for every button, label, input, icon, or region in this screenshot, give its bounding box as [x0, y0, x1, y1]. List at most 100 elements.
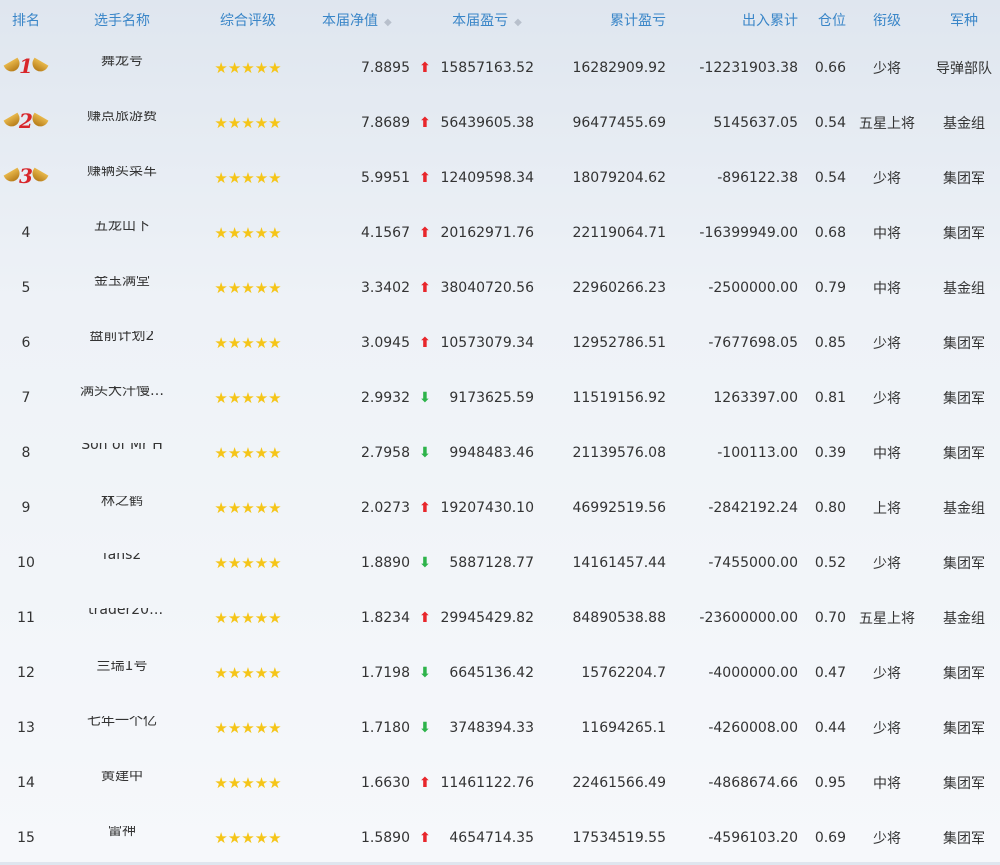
current-pl: 3748394.33: [449, 719, 534, 736]
cash-flow: -4000000.00: [708, 664, 798, 681]
player-name[interactable]: 黄建中: [101, 771, 143, 785]
nav-value: 1.6630: [361, 774, 410, 791]
player-name[interactable]: 兰瑞1号: [97, 661, 148, 675]
player-name[interactable]: fans2: [103, 553, 142, 563]
header-army[interactable]: 军种: [928, 10, 1000, 30]
army-type: 基金组: [943, 610, 985, 627]
army-type: 集团军: [943, 335, 985, 352]
title-rank: 少将: [873, 170, 901, 187]
table-row[interactable]: 10 fans2 ★★★★★ 1.8890 ⬇ 5887128.77 14161…: [0, 535, 1000, 590]
position-ratio: 0.79: [814, 279, 846, 296]
cash-flow: -23600000.00: [699, 609, 798, 626]
position-ratio: 0.81: [814, 389, 846, 406]
header-nav[interactable]: 本届净值 ◆: [304, 10, 440, 30]
player-name[interactable]: 五龙山下: [94, 221, 150, 235]
trend-cell: ⬆: [410, 610, 440, 626]
rating-cell: ★★★★★: [192, 169, 304, 187]
table-row[interactable]: 3 赚辆买菜车 ★★★★★ 5.9951 ⬆ 12409598.34 18079…: [0, 150, 1000, 205]
rank-number: 1: [19, 53, 33, 78]
trend-cell: ⬇: [410, 390, 440, 406]
player-name[interactable]: 赚辆买菜车: [87, 166, 157, 180]
rank-number: 10: [17, 554, 35, 571]
rank-cell: 3: [0, 163, 52, 193]
total-pl: 17534519.55: [572, 829, 666, 846]
rank-number: 4: [21, 224, 31, 241]
table-row[interactable]: 1 舞龙号 ★★★★★ 7.8895 ⬆ 15857163.52 1628290…: [0, 40, 1000, 95]
rating-stars-icon: ★★★★★: [214, 58, 282, 77]
header-rank[interactable]: 排名: [0, 10, 52, 30]
table-row[interactable]: 6 盘前计划2 ★★★★★ 3.0945 ⬆ 10573079.34 12952…: [0, 315, 1000, 370]
position-ratio: 0.44: [814, 719, 846, 736]
nav-value: 2.0273: [361, 499, 410, 516]
army-type: 基金组: [943, 500, 985, 517]
rank-number: 13: [17, 719, 35, 736]
current-pl: 38040720.56: [440, 279, 534, 296]
arrow-up-icon: ⬆: [419, 279, 431, 296]
position-ratio: 0.70: [814, 609, 846, 626]
player-name[interactable]: 林之鹤: [101, 496, 143, 510]
table-row[interactable]: 8 Son of Mr H ★★★★★ 2.7958 ⬇ 9948483.46 …: [0, 425, 1000, 480]
header-position[interactable]: 仓位: [798, 10, 846, 30]
cash-flow: 1263397.00: [713, 389, 798, 406]
rating-cell: ★★★★★: [192, 719, 304, 737]
cash-flow: -7455000.00: [708, 554, 798, 571]
sort-icon[interactable]: ◆: [514, 17, 522, 28]
title-rank: 五星上将: [859, 115, 915, 132]
army-type: 集团军: [943, 170, 985, 187]
table-row[interactable]: 13 七年一个亿 ★★★★★ 1.7180 ⬇ 3748394.33 11694…: [0, 700, 1000, 755]
table-row[interactable]: 11 “trader20… ★★★★★ 1.8234 ⬆ 29945429.82…: [0, 590, 1000, 645]
position-ratio: 0.47: [814, 664, 846, 681]
sort-icon[interactable]: ◆: [384, 17, 392, 28]
rank-cell: 12: [0, 665, 52, 681]
arrow-up-icon: ⬆: [419, 334, 431, 351]
nav-value: 2.7958: [361, 444, 410, 461]
rating-stars-icon: ★★★★★: [214, 333, 282, 352]
nav-value: 1.5890: [361, 829, 410, 846]
rank-cell: 5: [0, 280, 52, 296]
current-pl: 19207430.10: [440, 499, 534, 516]
player-name[interactable]: 赚点旅游费: [87, 111, 157, 125]
player-name-cell: 满头大汗慢…: [52, 386, 192, 410]
player-name[interactable]: 雷神: [108, 826, 136, 840]
header-name[interactable]: 选手名称: [52, 10, 192, 30]
nav-value: 2.9932: [361, 389, 410, 406]
table-row[interactable]: 12 兰瑞1号 ★★★★★ 1.7198 ⬇ 6645136.42 157622…: [0, 645, 1000, 700]
total-pl: 12952786.51: [572, 334, 666, 351]
title-rank: 少将: [873, 665, 901, 682]
rank-number: 2: [19, 108, 33, 133]
rating-cell: ★★★★★: [192, 609, 304, 627]
rank-medal-icon: 1: [3, 53, 49, 81]
trend-cell: ⬇: [410, 555, 440, 571]
header-total-pl[interactable]: 累计盈亏: [534, 10, 666, 30]
table-row[interactable]: 9 林之鹤 ★★★★★ 2.0273 ⬆ 19207430.10 4699251…: [0, 480, 1000, 535]
player-name[interactable]: 舞龙号: [101, 56, 143, 70]
cash-flow: -4260008.00: [708, 719, 798, 736]
army-type: 集团军: [943, 555, 985, 572]
table-row[interactable]: 14 黄建中 ★★★★★ 1.6630 ⬆ 11461122.76 224615…: [0, 755, 1000, 810]
player-name[interactable]: 盘前计划2: [90, 331, 155, 345]
player-name-cell: 五龙山下: [52, 221, 192, 245]
player-name[interactable]: 满头大汗慢…: [80, 386, 164, 400]
table-row[interactable]: 15 雷神 ★★★★★ 1.5890 ⬆ 4654714.35 17534519…: [0, 810, 1000, 865]
header-current-pl[interactable]: 本届盈亏 ◆: [440, 10, 534, 30]
header-rating[interactable]: 综合评级: [192, 10, 304, 30]
rating-cell: ★★★★★: [192, 334, 304, 352]
rank-cell: 9: [0, 500, 52, 516]
table-row[interactable]: 2 赚点旅游费 ★★★★★ 7.8689 ⬆ 56439605.38 96477…: [0, 95, 1000, 150]
table-row[interactable]: 7 满头大汗慢… ★★★★★ 2.9932 ⬇ 9173625.59 11519…: [0, 370, 1000, 425]
table-row[interactable]: 5 金玉满堂 ★★★★★ 3.3402 ⬆ 38040720.56 229602…: [0, 260, 1000, 315]
player-name[interactable]: Son of Mr H: [81, 443, 163, 453]
title-rank: 少将: [873, 720, 901, 737]
rank-cell: 10: [0, 555, 52, 571]
position-ratio: 0.52: [814, 554, 846, 571]
player-name[interactable]: 七年一个亿: [87, 716, 157, 730]
header-cash-flow[interactable]: 出入累计: [666, 10, 798, 30]
current-pl: 5887128.77: [449, 554, 534, 571]
table-row[interactable]: 4 五龙山下 ★★★★★ 4.1567 ⬆ 20162971.76 221190…: [0, 205, 1000, 260]
arrow-up-icon: ⬆: [419, 169, 431, 186]
player-name[interactable]: 金玉满堂: [94, 276, 150, 290]
position-ratio: 0.80: [814, 499, 846, 516]
player-name[interactable]: “trader20…: [81, 608, 163, 618]
rating-stars-icon: ★★★★★: [214, 388, 282, 407]
header-title-rank[interactable]: 衔级: [846, 10, 928, 30]
